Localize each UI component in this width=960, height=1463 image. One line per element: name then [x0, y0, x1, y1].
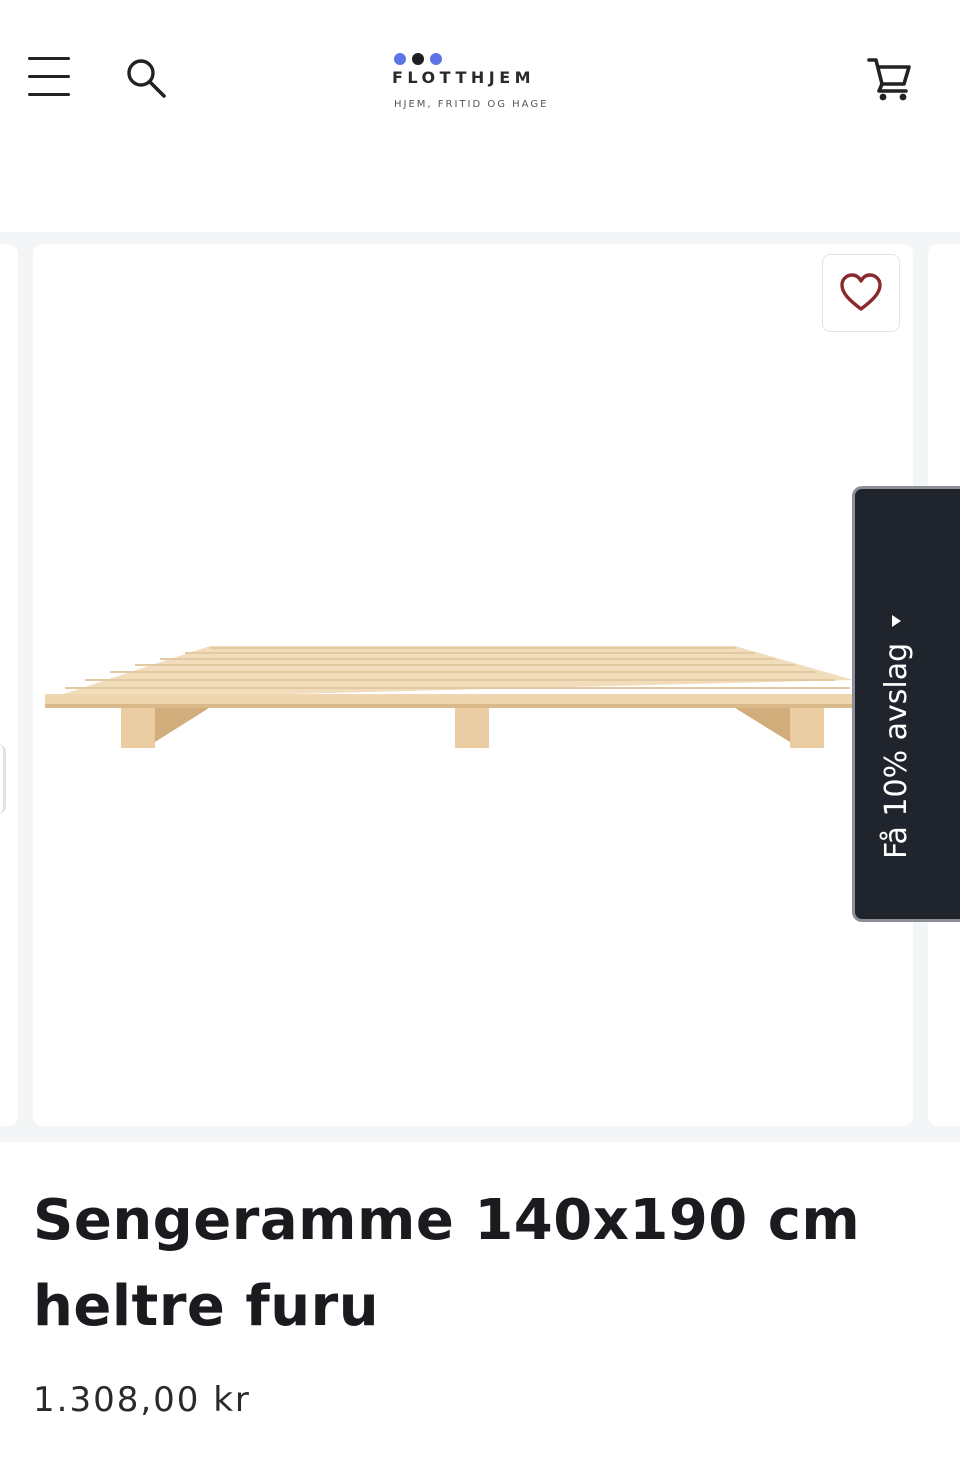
- product-title: Sengeramme 140x190 cm heltre furu: [33, 1188, 861, 1339]
- search-icon[interactable]: [124, 56, 168, 100]
- product-image-carousel[interactable]: [0, 232, 960, 1142]
- previous-slide[interactable]: [0, 244, 18, 1126]
- bed-frame-image: [45, 646, 860, 748]
- shopping-cart-icon[interactable]: [866, 54, 914, 102]
- discount-label: Få 10% avslag: [879, 642, 914, 859]
- brand-tagline: HJEM, FRITID OG HAGE: [394, 99, 549, 110]
- previous-image-edge: [0, 744, 6, 814]
- site-header: FLOTTHJEM HJEM, FRITID OG HAGE: [0, 0, 960, 150]
- product-price: 1.308,00 kr: [33, 1380, 251, 1420]
- caret-icon: [892, 614, 901, 627]
- hamburger-menu-icon[interactable]: [28, 57, 72, 97]
- product-image: [33, 244, 913, 1126]
- heart-icon: [840, 273, 882, 311]
- brand-logo[interactable]: FLOTTHJEM HJEM, FRITID OG HAGE: [380, 50, 580, 120]
- favorite-button[interactable]: [822, 254, 900, 332]
- brand-name: FLOTTHJEM: [392, 68, 536, 87]
- logo-dots: [394, 53, 454, 67]
- discount-tab-content: Få 10% avslag: [879, 614, 914, 859]
- discount-popup-tab[interactable]: Få 10% avslag: [852, 486, 960, 922]
